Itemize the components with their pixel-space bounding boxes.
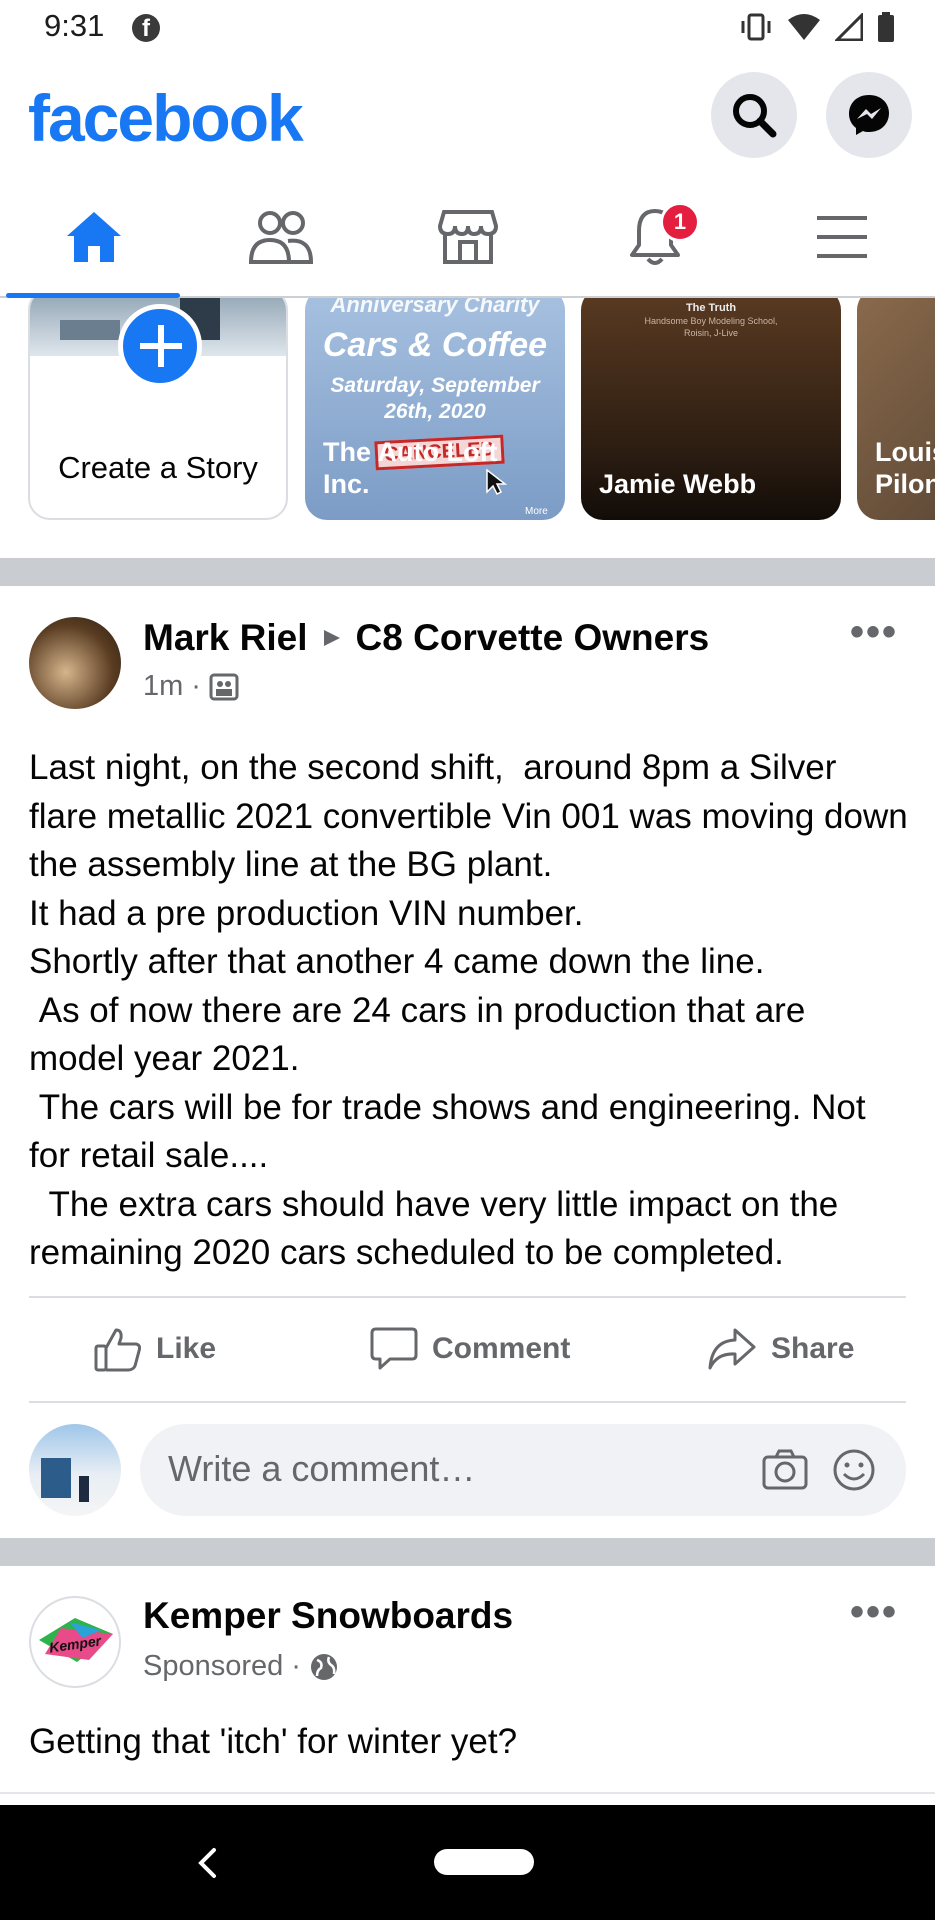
story-jamie-webb[interactable]: The Truth Handsome Boy Modeling School, … — [581, 298, 841, 520]
like-label: Like — [156, 1332, 217, 1365]
thumbs-up-icon — [94, 1328, 142, 1372]
story-song-artist2: Roisin, J-Live — [683, 328, 739, 338]
ad-options-button[interactable]: ••• — [850, 1590, 898, 1635]
tab-marketplace[interactable] — [374, 178, 561, 296]
status-bar: 9:31 f — [0, 0, 935, 58]
ad-divider — [0, 1792, 935, 1794]
globe-icon — [310, 1653, 337, 1680]
notification-badge: 1 — [660, 202, 700, 242]
feed-divider — [0, 1538, 935, 1566]
story-overlay-title: Cars & Coffee — [322, 326, 548, 364]
kemper-logo-avatar[interactable]: Kemper — [29, 1596, 121, 1688]
status-time: 9:31 — [44, 8, 105, 43]
search-icon — [733, 94, 777, 138]
sponsored-label: Sponsored — [143, 1650, 284, 1682]
tab-menu[interactable] — [748, 178, 935, 296]
post-body-text: Last night, on the second shift, around … — [29, 748, 908, 1272]
tab-friends[interactable] — [187, 178, 374, 296]
create-story-label: Create a Story — [58, 450, 258, 485]
system-navigation-bar — [0, 1805, 935, 1920]
search-button[interactable] — [711, 72, 797, 158]
story-author-line1: The Auto Loft — [323, 437, 498, 467]
post-meta: 1m · — [143, 670, 239, 703]
group-privacy-icon — [209, 673, 239, 700]
story-overlay-top: Anniversary Charity — [330, 298, 540, 317]
cursor-icon — [486, 468, 507, 496]
home-pill[interactable] — [434, 1849, 534, 1875]
post-options-button[interactable]: ••• — [850, 610, 898, 655]
meta-separator: · — [191, 670, 201, 702]
comment-button[interactable]: Comment — [370, 1323, 570, 1375]
feed-divider — [0, 558, 935, 586]
story-author: The Auto Loft Inc. — [323, 436, 497, 500]
messenger-button[interactable] — [826, 72, 912, 158]
share-icon — [708, 1328, 756, 1370]
comment-label: Comment — [432, 1332, 571, 1365]
stories-tray: Create a Story Anniversary Charity Cars … — [0, 298, 935, 558]
vibrate-icon — [741, 13, 771, 41]
ad-body-text: Getting that 'itch' for winter yet? — [29, 1722, 518, 1761]
story-overlay-date2: 26th, 2020 — [384, 400, 486, 423]
home-icon — [66, 212, 121, 262]
cell-signal-icon — [835, 13, 863, 41]
post-author-name[interactable]: Mark Riel — [143, 617, 308, 659]
app-header: facebook — [0, 58, 935, 178]
story-song-artist: Handsome Boy Modeling School, — [644, 316, 778, 326]
tab-home[interactable] — [0, 178, 187, 298]
meta-separator: · — [291, 1650, 301, 1682]
story-song-title: The Truth — [685, 302, 737, 314]
back-icon[interactable] — [196, 1847, 218, 1879]
comment-placeholder: Write a comment… — [168, 1448, 476, 1489]
story-author: Jamie Webb — [599, 469, 757, 499]
create-story-card[interactable]: Create a Story — [28, 298, 288, 520]
tab-notifications[interactable] — [561, 178, 748, 296]
story-more-label: More — [525, 506, 548, 517]
post-group-name[interactable]: C8 Corvette Owners — [356, 617, 710, 659]
post-header-title: Mark Riel C8 Corvette Owners — [143, 617, 709, 659]
facebook-logo[interactable]: facebook — [28, 80, 304, 156]
messenger-icon — [849, 95, 889, 135]
story-author: Louis Pilon — [875, 436, 935, 500]
ad-author-name[interactable]: Kemper Snowboards — [143, 1595, 513, 1637]
status-icons — [739, 12, 895, 42]
camera-icon[interactable] — [762, 1448, 808, 1490]
post-divider-bottom — [29, 1401, 906, 1403]
triangle-right-icon — [323, 630, 340, 646]
comment-input[interactable]: Write a comment… — [140, 1424, 906, 1516]
emoji-icon[interactable] — [832, 1448, 876, 1492]
story-auto-loft[interactable]: Anniversary Charity Cars & Coffee Saturd… — [305, 298, 565, 520]
share-label: Share — [771, 1332, 855, 1365]
share-button[interactable]: Share — [707, 1323, 854, 1375]
main-tab-bar — [0, 178, 935, 298]
story-author-line1: Louis — [875, 437, 935, 467]
marketplace-icon — [437, 210, 498, 264]
ad-meta: Sponsored · — [143, 1650, 339, 1683]
story-author-line2: Inc. — [323, 469, 370, 499]
story-louis-pilon[interactable]: Louis Pilon — [857, 298, 935, 520]
story-author-line2: Pilon — [875, 469, 935, 499]
friends-icon — [248, 211, 313, 264]
story-overlay-date: Saturday, September — [330, 374, 540, 397]
post-author-avatar[interactable] — [29, 617, 121, 709]
post-divider-top — [29, 1296, 906, 1298]
post-time[interactable]: 1m — [143, 670, 183, 703]
like-button[interactable]: Like — [94, 1323, 216, 1375]
facebook-notification-icon: f — [132, 14, 160, 42]
wifi-icon — [788, 14, 820, 40]
current-user-avatar[interactable] — [29, 1424, 121, 1516]
menu-icon — [816, 216, 867, 258]
battery-icon — [878, 12, 894, 42]
add-story-icon[interactable] — [118, 304, 202, 388]
comment-icon — [370, 1327, 418, 1370]
